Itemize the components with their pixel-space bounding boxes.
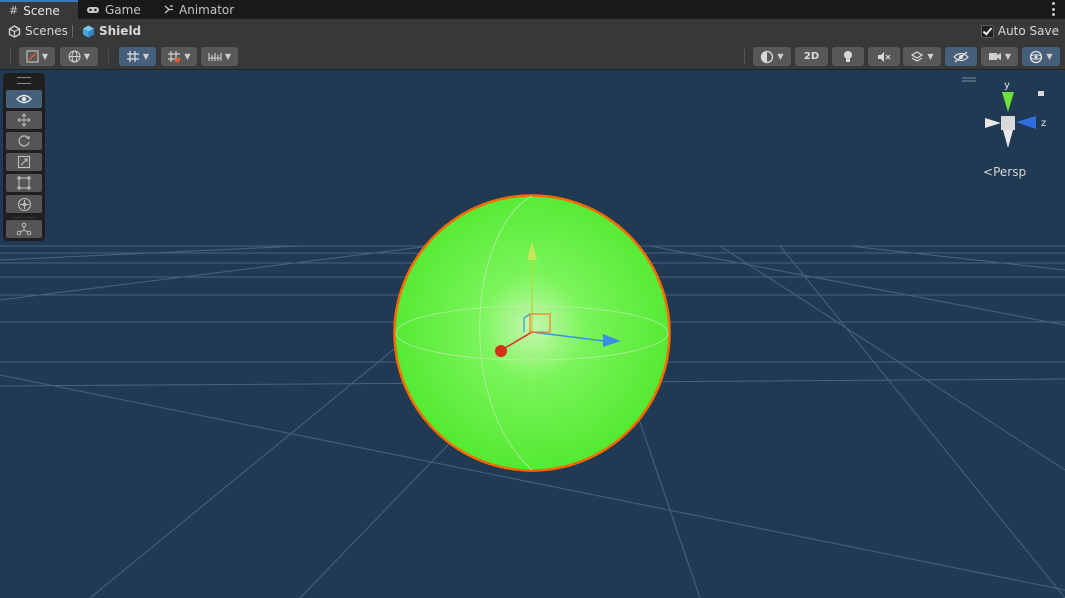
move-tool-button[interactable] xyxy=(6,111,42,129)
scale-icon xyxy=(17,155,31,169)
breadcrumb-scenes-label: Scenes xyxy=(25,24,68,38)
orientation-gizmo xyxy=(962,77,1044,148)
scene-visibility-toggle[interactable] xyxy=(945,47,977,66)
gizmos-dropdown[interactable]: ▼ xyxy=(1022,47,1060,66)
eye-icon xyxy=(16,94,32,104)
custom-editor-tool-icon xyxy=(16,222,32,236)
draw-mode-dropdown[interactable]: ▼ xyxy=(753,47,791,66)
tab-scene-label: Scene xyxy=(23,3,60,18)
animator-icon xyxy=(164,5,173,14)
effects-dropdown[interactable]: ▼ xyxy=(903,47,941,66)
scene-camera-dropdown[interactable]: ▼ xyxy=(981,47,1018,66)
move-arrows-icon xyxy=(17,113,31,127)
rotate-tool-button[interactable] xyxy=(6,132,42,150)
camera-icon xyxy=(988,53,1001,60)
toolbar-grip xyxy=(744,49,747,64)
chevron-left-icon: < xyxy=(983,165,994,179)
shield-sphere xyxy=(393,194,671,472)
gizmo-y-label: y xyxy=(1004,80,1010,91)
audio-toggle-button[interactable] xyxy=(868,47,900,66)
projection-label: Persp xyxy=(993,165,1027,179)
autosave-label: Auto Save xyxy=(997,24,1059,38)
tool-handle-rotation-dropdown[interactable]: ▼ xyxy=(60,47,98,66)
custom-tool-button[interactable] xyxy=(6,220,42,238)
breadcrumb-scenes[interactable]: Scenes xyxy=(8,19,68,43)
grid-visibility-dropdown[interactable]: ▼ xyxy=(119,47,156,66)
chevron-down-icon: ▼ xyxy=(224,52,232,61)
tab-scene[interactable]: # Scene xyxy=(0,0,78,19)
overlay-drag-handle[interactable] xyxy=(17,77,31,84)
effects-layers-icon xyxy=(911,51,924,62)
chevron-down-icon: ▼ xyxy=(1046,52,1053,61)
prefab-cube-icon xyxy=(83,25,94,37)
breadcrumb-bar: Scenes Shield Auto Save xyxy=(0,19,1065,43)
rotate-icon xyxy=(18,135,30,147)
autosave-checkbox[interactable] xyxy=(980,24,994,38)
gamepad-icon xyxy=(87,6,99,13)
tab-game-label: Game xyxy=(105,2,141,17)
gizmos-icon xyxy=(1030,50,1043,63)
toolbar-separator xyxy=(108,49,109,64)
projection-toggle[interactable]: <Persp xyxy=(983,165,1026,179)
window-tab-bar: # Scene Game Animator xyxy=(0,0,1065,19)
transform-icon xyxy=(17,197,31,211)
speaker-muted-icon xyxy=(878,51,891,62)
autosave-toggle[interactable]: Auto Save xyxy=(980,19,1059,43)
grid-snapping-dropdown[interactable]: ▼ xyxy=(161,47,197,66)
chevron-down-icon: ▼ xyxy=(142,52,150,61)
breadcrumb-shield[interactable]: Shield xyxy=(82,19,141,43)
increment-snap-dropdown[interactable]: ▼ xyxy=(201,47,238,66)
chevron-down-icon: ▼ xyxy=(777,52,784,61)
scene-toolbar: ▼ ▼ ▼ ▼ ▼ ▼ 2D ▼ ▼ ▼ xyxy=(0,43,1065,70)
chevron-down-icon: ▼ xyxy=(41,52,49,61)
tool-handle-position-dropdown[interactable]: ▼ xyxy=(19,47,55,66)
transform-tool-button[interactable] xyxy=(6,195,42,213)
scene-render xyxy=(0,77,1065,598)
tab-animator-label: Animator xyxy=(179,2,235,17)
breadcrumb-separator xyxy=(72,25,73,37)
gizmo-z-label: z xyxy=(1041,118,1047,129)
tools-overlay xyxy=(3,73,45,241)
more-options-icon[interactable] xyxy=(1051,2,1055,16)
breadcrumb-shield-label: Shield xyxy=(99,24,142,38)
toolbar-grip xyxy=(10,49,13,64)
rect-tool-button[interactable] xyxy=(6,174,42,192)
unity-logo-icon xyxy=(8,24,21,38)
grid-toggle-icon xyxy=(126,51,139,62)
chevron-down-icon: ▼ xyxy=(927,52,934,61)
toggle-2d-button[interactable]: 2D xyxy=(795,47,828,66)
shaded-sphere-icon xyxy=(761,50,774,63)
chevron-down-icon: ▼ xyxy=(184,52,191,61)
scene-viewport[interactable]: y z <Persp xyxy=(0,70,1065,598)
chevron-down-icon: ▼ xyxy=(1004,52,1012,61)
chevron-down-icon: ▼ xyxy=(83,52,91,61)
global-icon xyxy=(68,50,81,63)
tab-game[interactable]: Game xyxy=(86,0,141,19)
scale-tool-button[interactable] xyxy=(6,153,42,171)
grid-icon: # xyxy=(9,4,19,17)
pivot-icon xyxy=(26,50,39,63)
tool-separator xyxy=(11,217,37,218)
hidden-eye-icon xyxy=(953,51,969,62)
view-tool-button[interactable] xyxy=(6,90,42,108)
rect-transform-icon xyxy=(17,176,31,190)
grid-snap-icon xyxy=(168,51,181,63)
tab-animator[interactable]: Animator xyxy=(163,0,234,19)
light-bulb-icon xyxy=(844,50,852,62)
ruler-snap-icon xyxy=(208,53,222,61)
lighting-toggle-button[interactable] xyxy=(832,47,864,66)
